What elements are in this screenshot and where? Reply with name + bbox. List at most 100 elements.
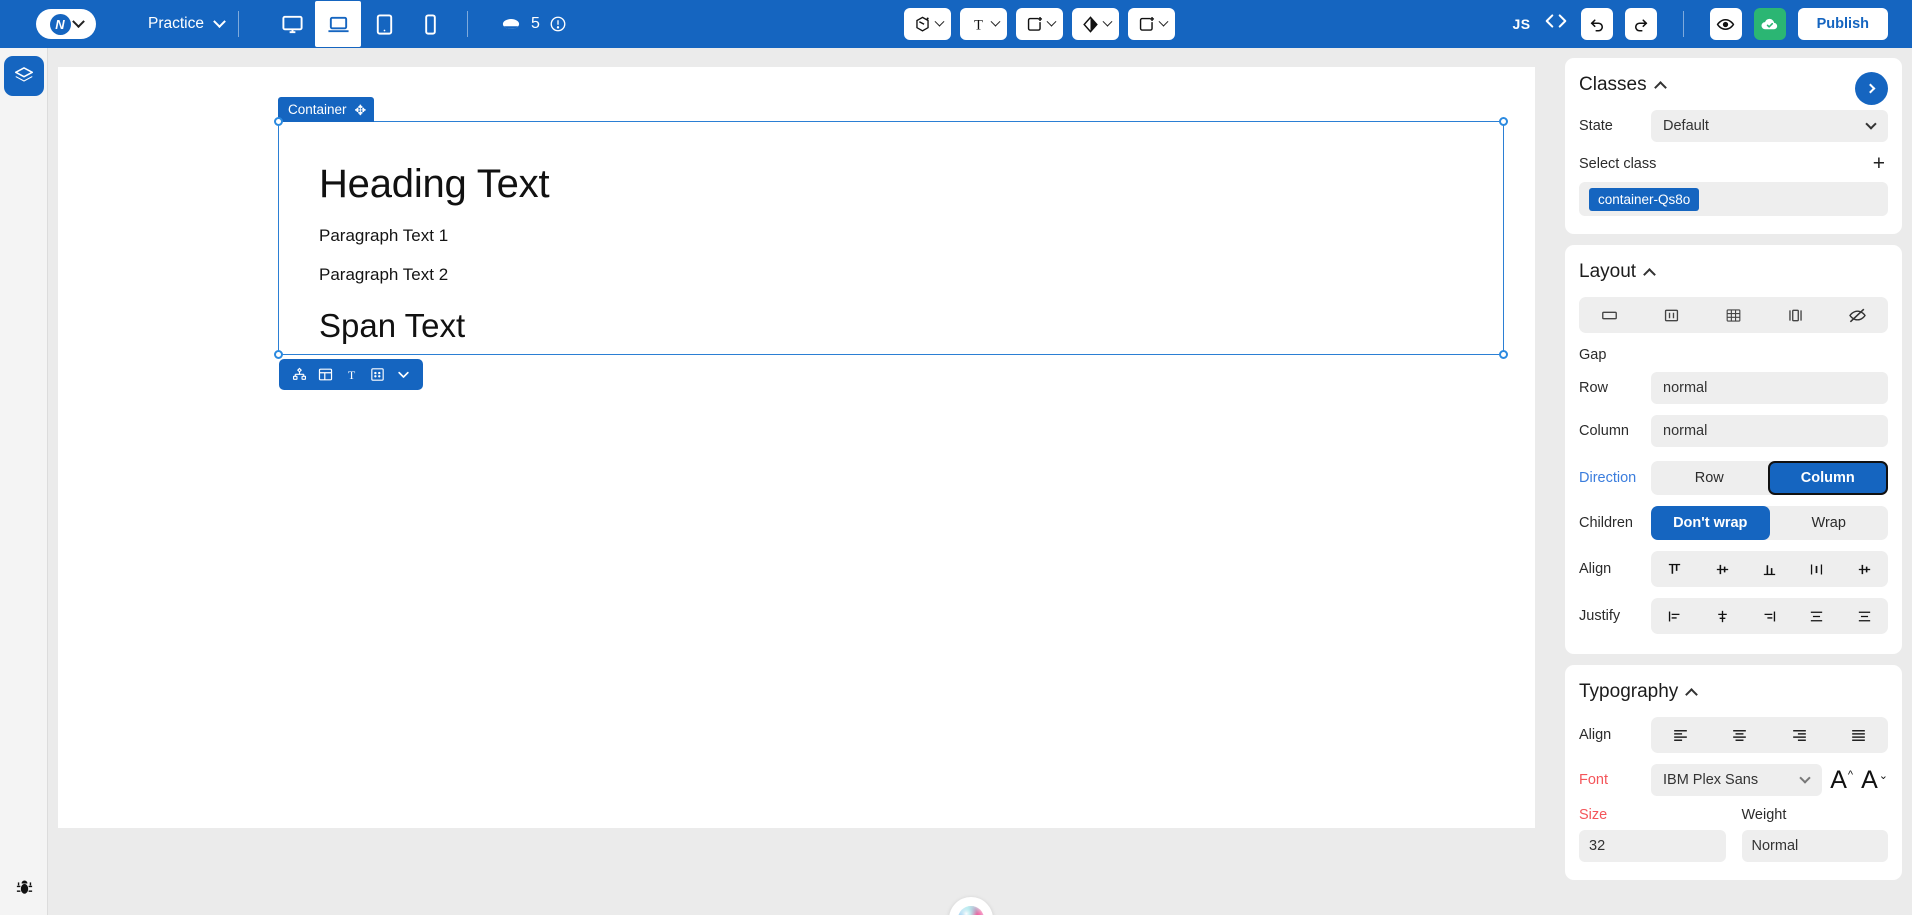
style-tool-button[interactable] (1072, 8, 1120, 40)
app-logo-button[interactable]: N (36, 9, 96, 39)
publish-button[interactable]: Publish (1797, 8, 1888, 40)
text-align-center-button[interactable] (1710, 717, 1769, 753)
align-center-button[interactable] (1698, 551, 1745, 587)
gap-row-row: Row normal (1579, 372, 1888, 404)
device-laptop-button[interactable] (315, 1, 361, 47)
svg-text:T: T (347, 368, 355, 382)
class-chip[interactable]: container-Qs8o (1589, 187, 1700, 211)
increase-font-size-button[interactable]: A ^ (1830, 768, 1853, 793)
align-start-button[interactable] (1651, 551, 1698, 587)
selection-label-badge[interactable]: Container ✥ (278, 97, 375, 122)
select-class-label: Select class (1579, 155, 1657, 172)
ai-assistant-button[interactable] (949, 897, 993, 915)
preview-button[interactable] (1709, 8, 1742, 40)
code-view-button[interactable] (1543, 12, 1569, 36)
padding-icon[interactable] (366, 364, 388, 386)
eye-icon (1716, 18, 1735, 30)
js-panel-button[interactable]: JS (1513, 16, 1531, 32)
device-breakpoints (269, 1, 453, 47)
breakpoint-count: 5 (531, 15, 540, 32)
add-class-button[interactable]: + (1870, 153, 1888, 174)
direction-label: Direction (1579, 470, 1637, 486)
gap-column-row: Column normal (1579, 415, 1888, 447)
selected-container[interactable]: Container ✥ Heading Text Paragraph Text … (274, 97, 1508, 390)
undo-button[interactable] (1580, 8, 1613, 40)
resize-handle-top-left[interactable] (274, 117, 283, 126)
breakpoint-indicator[interactable]: 5 (500, 15, 567, 33)
sync-status-button[interactable] (1753, 8, 1786, 40)
display-block-button[interactable] (1579, 297, 1641, 333)
hierarchy-icon[interactable] (288, 364, 310, 386)
collapse-layout-icon[interactable] (1643, 267, 1656, 281)
display-inline-flex-button[interactable] (1764, 297, 1826, 333)
redo-button[interactable] (1624, 8, 1657, 40)
paragraph-element-1[interactable]: Paragraph Text 1 (319, 226, 1503, 246)
justify-space-around-button[interactable] (1841, 598, 1888, 634)
children-wrap-option[interactable]: Wrap (1770, 506, 1889, 540)
project-selector[interactable]: Practice (148, 14, 226, 33)
typography-section: Typography Align Font IBM Plex Sans A ^ … (1565, 665, 1902, 880)
layout-icon[interactable] (314, 364, 336, 386)
layers-icon (14, 67, 34, 82)
state-select[interactable]: Default (1651, 110, 1888, 142)
direction-row-option[interactable]: Row (1651, 461, 1768, 495)
justify-end-button[interactable] (1746, 598, 1793, 634)
size-input[interactable]: 32 (1579, 830, 1726, 862)
device-tablet-button[interactable] (361, 1, 407, 47)
justify-row: Justify (1579, 598, 1888, 634)
canvas-area[interactable]: Container ✥ Heading Text Paragraph Text … (48, 48, 1555, 915)
display-grid-button[interactable] (1703, 297, 1765, 333)
add-element-tool-button[interactable] (1128, 8, 1176, 40)
class-select-field[interactable]: container-Qs8o (1579, 182, 1888, 216)
decrease-font-size-label: A (1861, 766, 1878, 794)
layers-panel-button[interactable] (4, 56, 44, 96)
text-align-justify-button[interactable] (1829, 717, 1888, 753)
align-stretch-button[interactable] (1793, 551, 1840, 587)
page-canvas[interactable]: Container ✥ Heading Text Paragraph Text … (58, 67, 1535, 828)
classes-next-button[interactable] (1855, 72, 1888, 105)
text-align-left-button[interactable] (1651, 717, 1710, 753)
display-none-button[interactable] (1826, 297, 1888, 333)
text-align-right-button[interactable] (1770, 717, 1829, 753)
span-element[interactable]: Span Text (319, 307, 1503, 345)
children-dont-wrap-option[interactable]: Don't wrap (1651, 506, 1770, 540)
text-icon[interactable]: T (340, 364, 362, 386)
weight-value: Normal (1751, 838, 1799, 854)
collapse-classes-icon[interactable] (1653, 80, 1667, 94)
component-tool-button[interactable] (904, 8, 952, 40)
state-row: State Default (1579, 110, 1888, 142)
resize-handle-bottom-right[interactable] (1499, 350, 1508, 359)
gap-row-input[interactable]: normal (1651, 372, 1888, 404)
device-mobile-button[interactable] (407, 1, 453, 47)
size-group: Size 32 (1579, 807, 1726, 862)
toolbar-divider (238, 11, 239, 37)
justify-start-button[interactable] (1651, 598, 1698, 634)
gap-column-input[interactable]: normal (1651, 415, 1888, 447)
chevron-down-icon[interactable] (392, 364, 414, 386)
text-align-group (1651, 717, 1888, 753)
element-tool-button[interactable] (1016, 8, 1064, 40)
weight-label: Weight (1741, 807, 1787, 823)
device-desktop-button[interactable] (269, 1, 315, 47)
chevron-down-icon (990, 16, 1001, 27)
collapse-typography-icon[interactable] (1685, 687, 1699, 701)
bug-report-button[interactable] (9, 872, 39, 902)
chevron-right-icon (1865, 83, 1876, 94)
resize-handle-top-right[interactable] (1499, 117, 1508, 126)
heading-element[interactable]: Heading Text (319, 162, 1503, 207)
align-end-button[interactable] (1746, 551, 1793, 587)
text-tool-button[interactable]: T (960, 8, 1008, 40)
align-baseline-button[interactable] (1841, 551, 1888, 587)
font-family-select[interactable]: IBM Plex Sans (1651, 764, 1823, 796)
direction-column-option[interactable]: Column (1767, 461, 1888, 495)
resize-handle-bottom-left[interactable] (274, 350, 283, 359)
display-flex-button[interactable] (1641, 297, 1703, 333)
move-handle-icon[interactable]: ✥ (355, 103, 367, 117)
decrease-font-size-button[interactable]: A ⌄ (1861, 766, 1888, 794)
gap-row-value: normal (1663, 380, 1708, 396)
undo-icon (1590, 19, 1603, 32)
justify-center-button[interactable] (1698, 598, 1745, 634)
paragraph-element-2[interactable]: Paragraph Text 2 (319, 265, 1503, 285)
weight-select[interactable]: Normal (1741, 830, 1888, 862)
justify-space-between-button[interactable] (1793, 598, 1840, 634)
